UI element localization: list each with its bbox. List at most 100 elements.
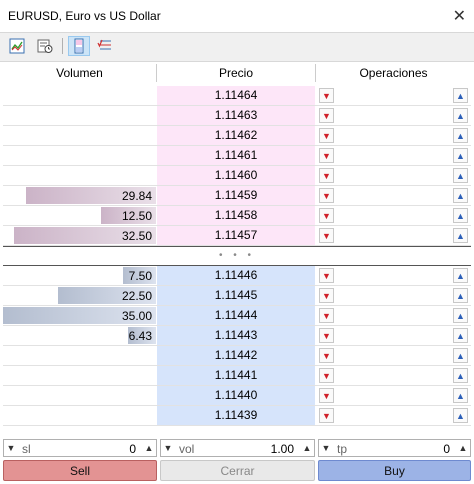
tp-label: tp xyxy=(337,442,348,456)
sell-button[interactable]: Sell xyxy=(3,460,157,481)
buy-limit-chevron-up-icon[interactable]: ▲ xyxy=(453,148,468,163)
volume-cell xyxy=(3,366,156,385)
sell-limit-chevron-down-icon[interactable]: ▼ xyxy=(319,348,334,363)
history-clock-icon[interactable] xyxy=(34,36,56,56)
sl-decrement-icon[interactable]: ▼ xyxy=(4,440,18,456)
spread-separator[interactable]: • • • xyxy=(3,246,471,266)
price-cell: 1.11457 xyxy=(157,226,315,245)
volume-cell xyxy=(3,386,156,405)
sell-limit-chevron-down-icon[interactable]: ▼ xyxy=(319,108,334,123)
ask-row: 32.50 1.11457 ▼ ▲ xyxy=(3,226,471,246)
price-cell: 1.11446 xyxy=(157,266,315,285)
sell-limit-chevron-down-icon[interactable]: ▼ xyxy=(319,188,334,203)
operations-cell: ▼ ▲ xyxy=(316,286,471,305)
toolbar xyxy=(0,32,474,62)
sell-limit-chevron-down-icon[interactable]: ▼ xyxy=(319,408,334,423)
price-cell: 1.11444 xyxy=(157,306,315,325)
vol-label: vol xyxy=(179,442,195,456)
sell-limit-chevron-down-icon[interactable]: ▼ xyxy=(319,308,334,323)
operations-cell: ▼ ▲ xyxy=(316,126,471,145)
depth-of-market-icon[interactable] xyxy=(68,36,90,56)
operations-cell: ▼ ▲ xyxy=(316,206,471,225)
vol-field[interactable]: ▼ vol 1.00 ▲ xyxy=(160,439,315,457)
sell-limit-chevron-down-icon[interactable]: ▼ xyxy=(319,148,334,163)
header-volume: Volumen xyxy=(56,66,103,80)
trade-settings-icon[interactable] xyxy=(94,36,116,56)
buy-limit-chevron-up-icon[interactable]: ▲ xyxy=(453,328,468,343)
volume-value: 29.84 xyxy=(121,189,152,203)
vol-increment-icon[interactable]: ▲ xyxy=(300,440,314,456)
ask-row: 1.11464 ▼ ▲ xyxy=(3,86,471,106)
sell-limit-chevron-down-icon[interactable]: ▼ xyxy=(319,228,334,243)
buy-limit-chevron-up-icon[interactable]: ▲ xyxy=(453,208,468,223)
sell-limit-chevron-down-icon[interactable]: ▼ xyxy=(319,128,334,143)
sl-label: sl xyxy=(22,442,31,456)
volume-cell: 32.50 xyxy=(3,226,156,245)
price-cell: 1.11459 xyxy=(157,186,315,205)
tp-value[interactable]: 0 xyxy=(443,442,450,456)
price-cell: 1.11464 xyxy=(157,86,315,105)
buy-limit-chevron-up-icon[interactable]: ▲ xyxy=(453,108,468,123)
sell-limit-chevron-down-icon[interactable]: ▼ xyxy=(319,88,334,103)
buy-limit-chevron-up-icon[interactable]: ▲ xyxy=(453,228,468,243)
buy-limit-chevron-up-icon[interactable]: ▲ xyxy=(453,388,468,403)
operations-cell: ▼ ▲ xyxy=(316,226,471,245)
ask-row: 29.84 1.11459 ▼ ▲ xyxy=(3,186,471,206)
buy-limit-chevron-up-icon[interactable]: ▲ xyxy=(453,368,468,383)
operations-cell: ▼ ▲ xyxy=(316,146,471,165)
sell-limit-chevron-down-icon[interactable]: ▼ xyxy=(319,268,334,283)
price-cell: 1.11463 xyxy=(157,106,315,125)
volume-value: 32.50 xyxy=(121,229,152,243)
buy-button[interactable]: Buy xyxy=(318,460,471,481)
buy-limit-chevron-up-icon[interactable]: ▲ xyxy=(453,268,468,283)
sell-limit-chevron-down-icon[interactable]: ▼ xyxy=(319,168,334,183)
header-operations: Operaciones xyxy=(359,66,428,80)
buy-limit-chevron-up-icon[interactable]: ▲ xyxy=(453,288,468,303)
sell-limit-chevron-down-icon[interactable]: ▼ xyxy=(319,328,334,343)
buy-limit-chevron-up-icon[interactable]: ▲ xyxy=(453,348,468,363)
buy-limit-chevron-up-icon[interactable]: ▲ xyxy=(453,308,468,323)
sl-increment-icon[interactable]: ▲ xyxy=(142,440,156,456)
tp-field[interactable]: ▼ tp 0 ▲ xyxy=(318,439,471,457)
volume-cell xyxy=(3,146,156,165)
operations-cell: ▼ ▲ xyxy=(316,326,471,345)
volume-value: 6.43 xyxy=(128,329,152,343)
sl-field[interactable]: ▼ sl 0 ▲ xyxy=(3,439,157,457)
volume-cell: 6.43 xyxy=(3,326,156,345)
volume-cell: 22.50 xyxy=(3,286,156,305)
vol-decrement-icon[interactable]: ▼ xyxy=(161,440,175,456)
buy-limit-chevron-up-icon[interactable]: ▲ xyxy=(453,128,468,143)
sell-limit-chevron-down-icon[interactable]: ▼ xyxy=(319,388,334,403)
sell-limit-chevron-down-icon[interactable]: ▼ xyxy=(319,208,334,223)
price-cell: 1.11443 xyxy=(157,326,315,345)
price-cell: 1.11461 xyxy=(157,146,315,165)
volume-value: 12.50 xyxy=(121,209,152,223)
toolbar-separator xyxy=(62,38,63,54)
sl-value[interactable]: 0 xyxy=(129,442,136,456)
close-position-button[interactable]: Cerrar xyxy=(160,460,315,481)
title-bar: EURUSD, Euro vs US Dollar ✕ xyxy=(0,0,474,32)
volume-value: 35.00 xyxy=(121,309,152,323)
price-cell: 1.11462 xyxy=(157,126,315,145)
sell-limit-chevron-down-icon[interactable]: ▼ xyxy=(319,368,334,383)
buy-limit-chevron-up-icon[interactable]: ▲ xyxy=(453,88,468,103)
price-cell: 1.11445 xyxy=(157,286,315,305)
operations-cell: ▼ ▲ xyxy=(316,106,471,125)
tp-increment-icon[interactable]: ▲ xyxy=(456,440,470,456)
header-price: Precio xyxy=(218,66,253,80)
operations-cell: ▼ ▲ xyxy=(316,346,471,365)
buy-limit-chevron-up-icon[interactable]: ▲ xyxy=(453,408,468,423)
operations-cell: ▼ ▲ xyxy=(316,406,471,425)
vol-value[interactable]: 1.00 xyxy=(271,442,294,456)
sell-limit-chevron-down-icon[interactable]: ▼ xyxy=(319,288,334,303)
close-icon[interactable]: ✕ xyxy=(453,6,466,26)
chart-icon[interactable] xyxy=(6,36,28,56)
order-panel: ▼ sl 0 ▲ ▼ vol 1.00 ▲ ▼ tp 0 ▲ Sell Cerr… xyxy=(0,436,474,484)
price-cell: 1.11440 xyxy=(157,386,315,405)
volume-cell: 7.50 xyxy=(3,266,156,285)
buy-limit-chevron-up-icon[interactable]: ▲ xyxy=(453,168,468,183)
ask-row: 1.11460 ▼ ▲ xyxy=(3,166,471,186)
volume-cell xyxy=(3,86,156,105)
buy-limit-chevron-up-icon[interactable]: ▲ xyxy=(453,188,468,203)
tp-decrement-icon[interactable]: ▼ xyxy=(319,440,333,456)
